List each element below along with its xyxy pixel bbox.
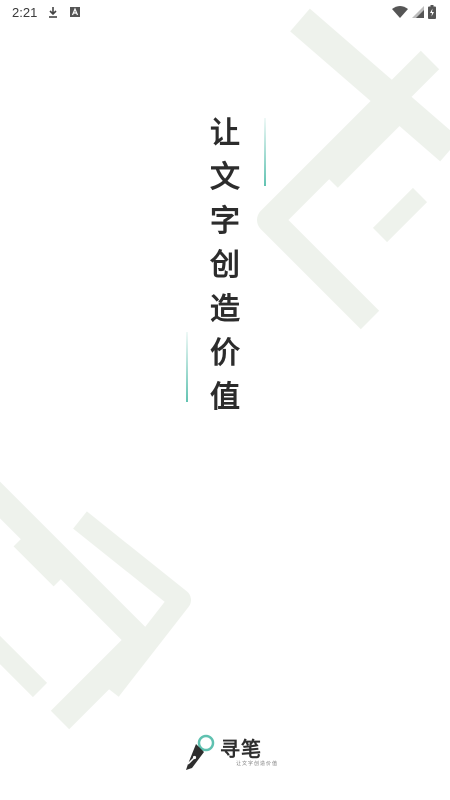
a-letter-icon — [69, 6, 81, 18]
wifi-icon — [392, 6, 408, 18]
status-time: 2:21 — [12, 4, 38, 20]
slogan-char: 值 — [210, 380, 240, 415]
accent-line-top — [264, 118, 266, 186]
status-bar: 2:21 — [0, 0, 450, 24]
brand: 寻笔 让文字创造价值 — [182, 734, 278, 772]
slogan-char: 字 — [210, 204, 240, 239]
pen-nib-icon — [186, 734, 215, 770]
download-icon — [47, 6, 59, 18]
slogan-char: 让 — [210, 116, 240, 151]
brand-tagline: 让文字创造价值 — [236, 761, 279, 767]
signal-icon — [412, 6, 424, 18]
battery-charging-icon — [428, 5, 436, 19]
slogan-char: 造 — [210, 292, 240, 327]
slogan-char: 文 — [210, 160, 240, 195]
brand-name: 寻笔 — [220, 737, 262, 761]
slogan: 让 文 字 创 造 价 值 — [196, 112, 254, 420]
slogan-char: 价 — [210, 336, 240, 371]
slogan-char: 创 — [210, 248, 240, 283]
accent-line-bottom — [186, 332, 188, 402]
